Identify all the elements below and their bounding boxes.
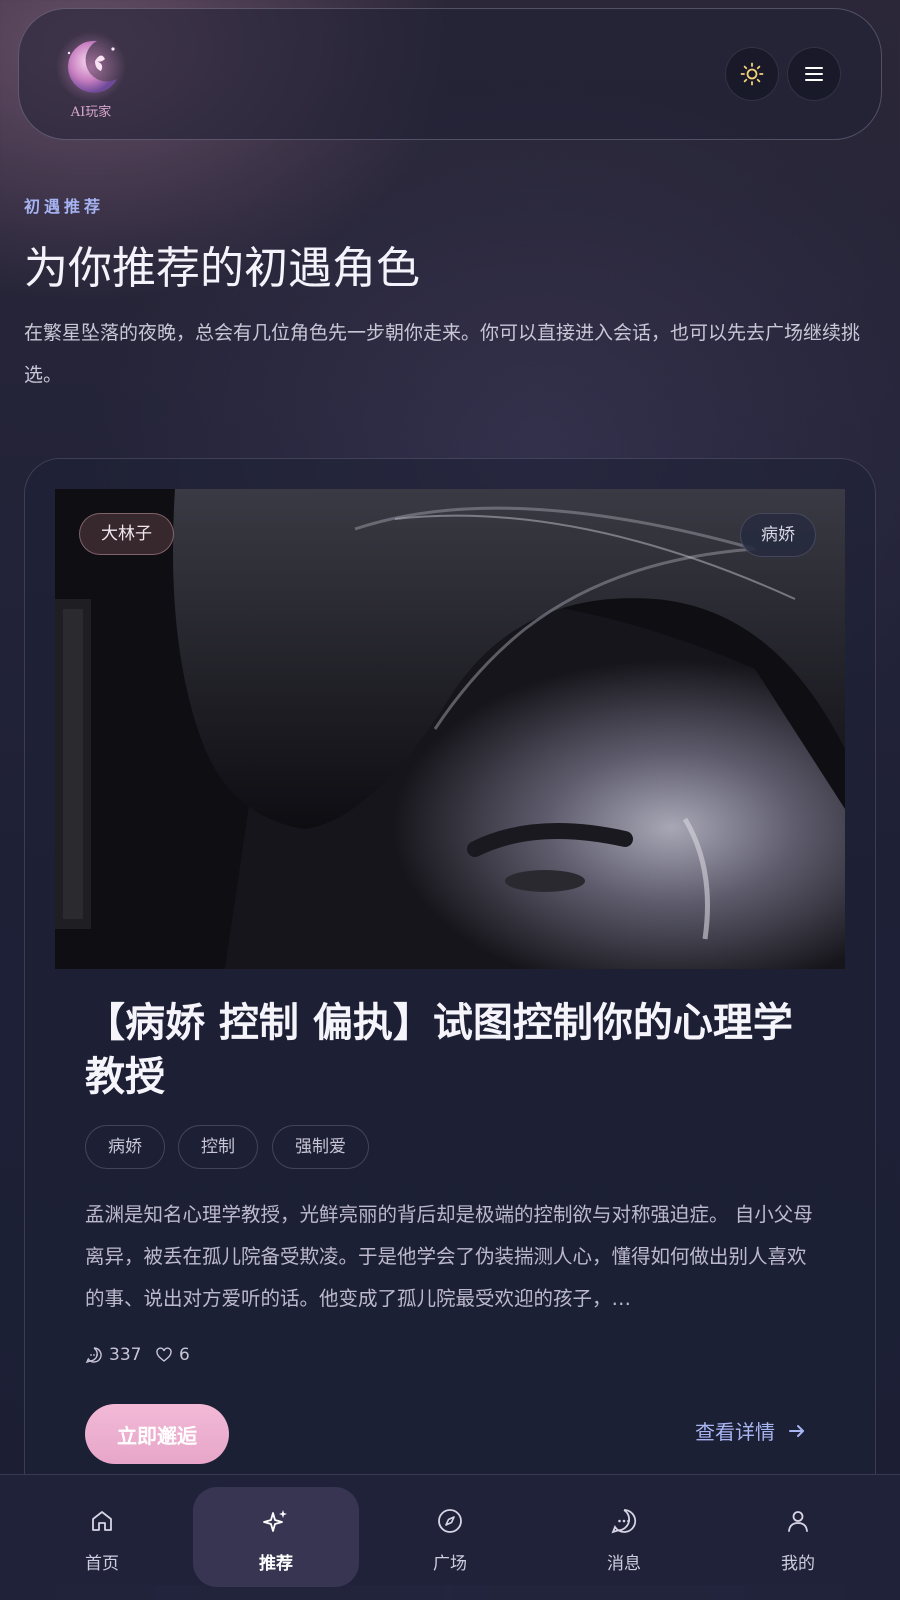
tab-square-label: 广场 (433, 1554, 467, 1574)
character-title[interactable]: 【病娇 控制 偏执】试图控制你的心理学教授 (85, 996, 805, 1104)
tab-home-label: 首页 (85, 1554, 119, 1574)
like-count[interactable]: 6 (155, 1345, 190, 1365)
view-details-label: 查看详情 (695, 1420, 775, 1444)
heart-icon (156, 1347, 172, 1362)
portrait-illustration (55, 489, 845, 969)
character-description: 孟渊是知名心理学教授，光鲜亮丽的背后却是极端的控制欲与对称强迫症。 自小父母离异… (85, 1203, 813, 1310)
category-chip[interactable]: 病娇 (740, 513, 816, 557)
section-eyebrow: 初遇推荐 (24, 197, 105, 216)
arrow-right-icon (789, 1424, 804, 1437)
user-icon (788, 1511, 808, 1532)
tag-chip[interactable]: 病娇 (85, 1125, 165, 1169)
page-lead: 在繁星坠落的夜晚，总会有几位角色先一步朝你走来。你可以直接进入会话，也可以先去广… (24, 322, 861, 386)
tag-chip[interactable]: 强制爱 (272, 1125, 369, 1169)
like-count-value: 6 (179, 1345, 190, 1365)
app-logo[interactable]: AI玩家 (55, 31, 127, 123)
tab-recommend[interactable]: 推荐 (193, 1487, 359, 1587)
tab-recommend-label: 推荐 (259, 1554, 293, 1574)
theme-toggle-button[interactable] (725, 47, 779, 101)
logo-text: AI玩家 (70, 105, 112, 120)
bottom-tab-bar: 首页 推荐 广场 消息 我的 (0, 1474, 900, 1600)
encounter-button[interactable]: 立即邂逅 (85, 1404, 229, 1464)
compass-icon (438, 1509, 462, 1533)
moon-logo-icon (56, 32, 126, 102)
tab-profile[interactable]: 我的 (715, 1487, 881, 1587)
page-title: 为你推荐的初遇角色 (24, 243, 420, 294)
top-header: AI玩家 (18, 8, 882, 140)
tab-home[interactable]: 首页 (19, 1487, 185, 1587)
sun-icon (740, 62, 764, 86)
author-chip[interactable]: 大林子 (79, 513, 174, 555)
sparkle-icon (263, 1510, 287, 1532)
view-details-link[interactable]: 查看详情 (695, 1416, 807, 1445)
tab-profile-label: 我的 (781, 1554, 815, 1574)
character-portrait[interactable] (55, 489, 845, 969)
menu-icon (805, 67, 823, 81)
chat-bubble-icon (85, 1347, 102, 1364)
tab-messages[interactable]: 消息 (541, 1487, 707, 1587)
chat-count: 337 (85, 1345, 141, 1365)
tab-square[interactable]: 广场 (367, 1487, 533, 1587)
chat-count-value: 337 (109, 1345, 142, 1365)
menu-button[interactable] (787, 47, 841, 101)
chat-bubble-icon (611, 1509, 637, 1534)
tag-chip[interactable]: 控制 (178, 1125, 258, 1169)
tab-messages-label: 消息 (607, 1554, 641, 1574)
home-icon (92, 1511, 112, 1531)
